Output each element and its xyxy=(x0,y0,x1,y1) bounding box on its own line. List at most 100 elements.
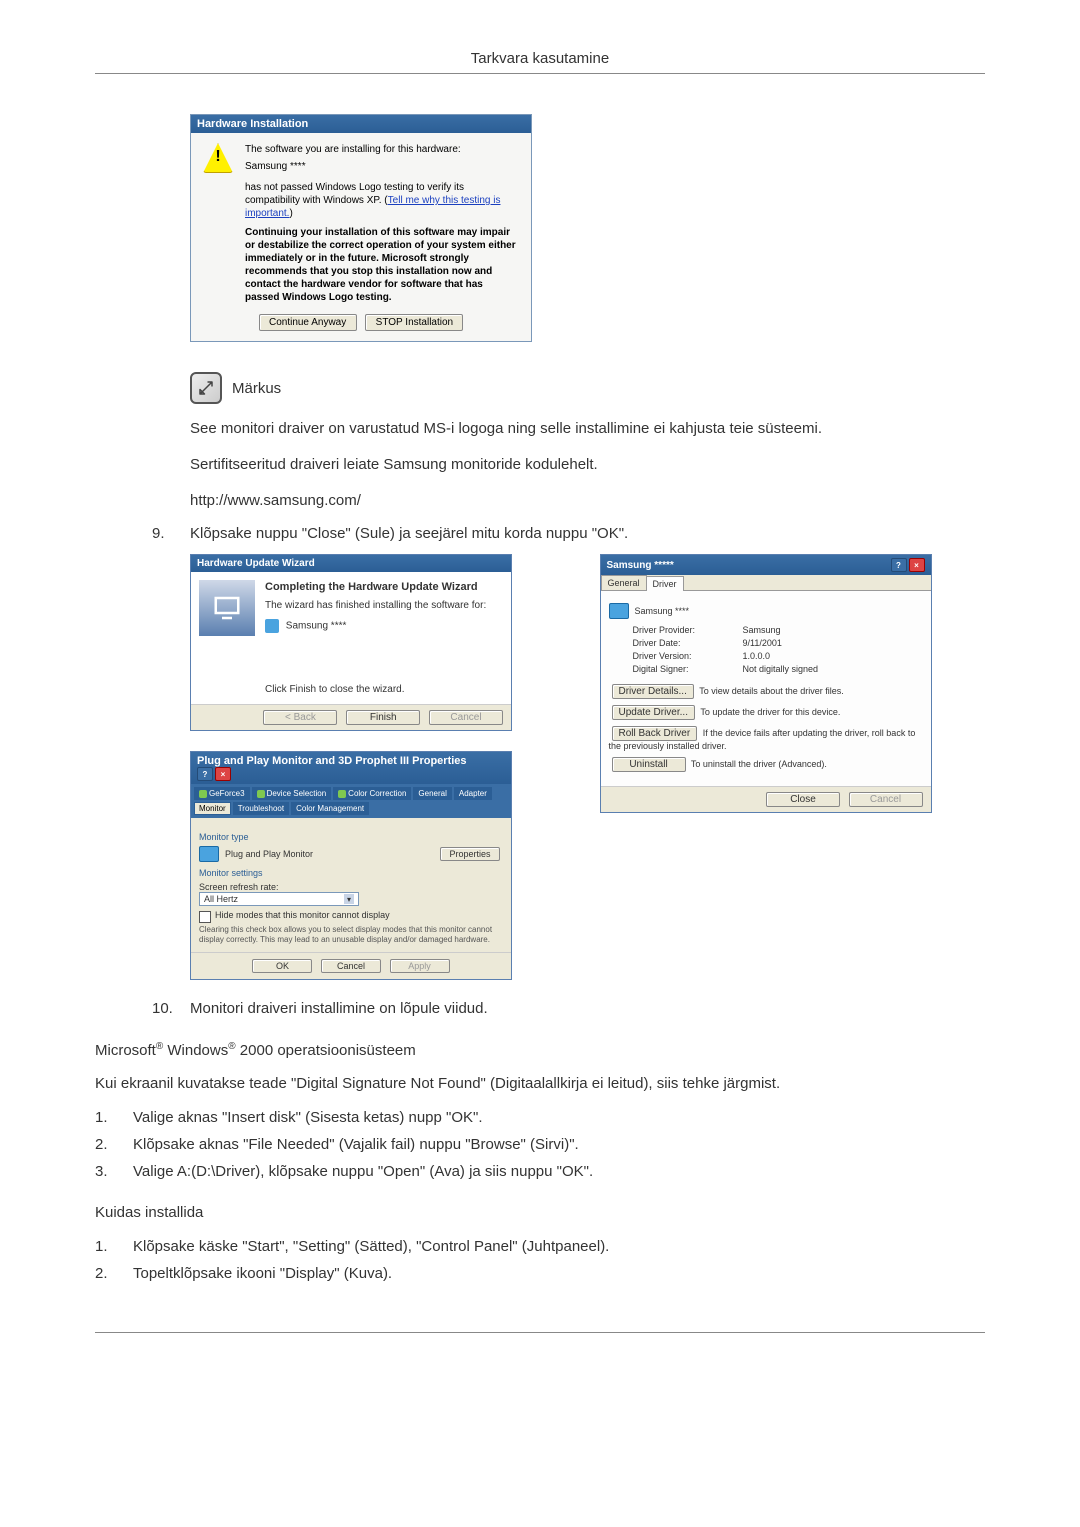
help-titlebar-button[interactable]: ? xyxy=(197,767,213,781)
wizard-title: Hardware Update Wizard xyxy=(191,555,511,572)
wizard-cancel-button: Cancel xyxy=(429,710,503,725)
update-driver-button[interactable]: Update Driver... xyxy=(612,705,695,720)
howto-step-1-text: Klõpsake käske "Start", "Setting" (Sätte… xyxy=(133,1238,985,1255)
hardware-update-wizard-dialog: Hardware Update Wizard Completing the Ha… xyxy=(190,554,512,731)
signer-key: Digital Signer: xyxy=(633,664,743,674)
howto-heading: Kuidas installida xyxy=(95,1202,985,1224)
hw-bold-warning: Continuing your installation of this sof… xyxy=(245,226,519,304)
tab-general[interactable]: General xyxy=(601,575,647,590)
tab-color-correction[interactable]: Color Correction xyxy=(333,787,411,800)
close-titlebar-button[interactable]: × xyxy=(215,767,231,781)
wizard-back-button: < Back xyxy=(263,710,337,725)
chevron-down-icon: ▾ xyxy=(344,894,354,904)
tab-general[interactable]: General xyxy=(413,787,451,800)
howto-step-1-num: 1. xyxy=(95,1238,133,1255)
wizard-device: Samsung **** xyxy=(286,620,347,631)
monitor-icon xyxy=(265,619,279,633)
howto-step-1: 1. Klõpsake käske "Start", "Setting" (Sä… xyxy=(95,1238,985,1255)
date-key: Driver Date: xyxy=(633,638,743,648)
note-label: Märkus xyxy=(232,380,281,397)
monitor-properties-title-text: Plug and Play Monitor and 3D Prophet III… xyxy=(197,755,467,767)
dsnf-step-2-text: Klõpsake aknas "File Needed" (Vajalik fa… xyxy=(133,1136,985,1153)
provider-value: Samsung xyxy=(743,625,923,635)
update-driver-desc: To update the driver for this device. xyxy=(700,707,840,717)
uninstall-desc: To uninstall the driver (Advanced). xyxy=(691,759,827,769)
dsnf-paragraph: Kui ekraanil kuvatakse teade "Digital Si… xyxy=(95,1073,985,1095)
driver-details-desc: To view details about the driver files. xyxy=(699,686,844,696)
step-10-text: Monitori draiveri installimine on lõpule… xyxy=(190,1000,985,1017)
driver-cancel-button: Cancel xyxy=(849,792,923,807)
hide-modes-description: Clearing this check box allows you to se… xyxy=(199,925,503,944)
wizard-subtext: The wizard has finished installing the s… xyxy=(265,599,503,613)
tab-color-management[interactable]: Color Management xyxy=(291,802,369,815)
note-url: http://www.samsung.com/ xyxy=(190,490,985,512)
continue-anyway-button[interactable]: Continue Anyway xyxy=(259,314,357,331)
hide-modes-label: Hide modes that this monitor cannot disp… xyxy=(215,910,390,920)
monitor-settings-group: Monitor settings xyxy=(199,868,503,878)
driver-device-name: Samsung **** xyxy=(635,606,690,616)
monitor-type-group: Monitor type xyxy=(199,832,503,842)
tab-adapter[interactable]: Adapter xyxy=(454,787,492,800)
rollback-driver-button[interactable]: Roll Back Driver xyxy=(612,726,698,741)
hardware-installation-title: Hardware Installation xyxy=(191,115,531,133)
footer-rule xyxy=(95,1332,985,1333)
hide-modes-checkbox[interactable] xyxy=(199,911,211,923)
tab-driver[interactable]: Driver xyxy=(646,576,684,591)
header-rule xyxy=(95,73,985,74)
help-titlebar-button[interactable]: ? xyxy=(891,558,907,572)
tab-geforce3[interactable]: GeForce3 xyxy=(194,787,250,800)
refresh-rate-select[interactable]: All Hertz ▾ xyxy=(199,892,359,906)
hardware-installation-text: The software you are installing for this… xyxy=(245,143,519,304)
driver-close-button[interactable]: Close xyxy=(766,792,840,807)
monitor-apply-button: Apply xyxy=(390,959,450,973)
dsnf-step-1-num: 1. xyxy=(95,1109,133,1126)
dsnf-step-3: 3. Valige A:(D:\Driver), klõpsake nuppu … xyxy=(95,1163,985,1180)
refresh-rate-label: Screen refresh rate: xyxy=(199,882,503,892)
uninstall-button[interactable]: Uninstall xyxy=(612,757,686,772)
page-header-title: Tarkvara kasutamine xyxy=(95,50,985,67)
monitor-properties-title: Plug and Play Monitor and 3D Prophet III… xyxy=(191,752,511,784)
hw-line1: The software you are installing for this… xyxy=(245,143,519,156)
howto-step-2-num: 2. xyxy=(95,1265,133,1282)
dsnf-step-3-text: Valige A:(D:\Driver), klõpsake nuppu "Op… xyxy=(133,1163,985,1180)
tab-troubleshoot[interactable]: Troubleshoot xyxy=(233,802,289,815)
monitor-ok-button[interactable]: OK xyxy=(252,959,312,973)
driver-properties-dialog: Samsung ***** ? × General Driver Sam xyxy=(600,554,932,813)
refresh-rate-value: All Hertz xyxy=(204,894,238,904)
driver-details-button[interactable]: Driver Details... xyxy=(612,684,694,699)
wizard-hero-image xyxy=(199,580,255,636)
driver-properties-title-text: Samsung ***** xyxy=(607,560,674,571)
monitor-cancel-button[interactable]: Cancel xyxy=(321,959,381,973)
howto-step-2-text: Topeltklõpsake ikooni "Display" (Kuva). xyxy=(133,1265,985,1282)
version-key: Driver Version: xyxy=(633,651,743,661)
monitor-properties-dialog: Plug and Play Monitor and 3D Prophet III… xyxy=(190,751,512,980)
dsnf-step-1: 1. Valige aknas "Insert disk" (Sisesta k… xyxy=(95,1109,985,1126)
step-10: 10. Monitori draiveri installimine on lõ… xyxy=(152,1000,985,1017)
note-paragraph-1: See monitori draiver on varustatud MS-i … xyxy=(190,418,985,440)
hw-line2b: ) xyxy=(289,208,292,219)
signer-value: Not digitally signed xyxy=(743,664,923,674)
monitor-icon xyxy=(199,846,219,862)
monitor-properties-button[interactable]: Properties xyxy=(440,847,500,861)
version-value: 1.0.0.0 xyxy=(743,651,923,661)
dsnf-step-2-num: 2. xyxy=(95,1136,133,1153)
tab-monitor[interactable]: Monitor xyxy=(194,802,231,815)
close-titlebar-button[interactable]: × xyxy=(909,558,925,572)
wizard-footer-text: Click Finish to close the wizard. xyxy=(265,683,503,697)
wizard-finish-button[interactable]: Finish xyxy=(346,710,420,725)
note-paragraph-2: Sertifitseeritud draiveri leiate Samsung… xyxy=(190,454,985,476)
hw-device: Samsung **** xyxy=(245,160,519,173)
monitor-type-value: Plug and Play Monitor xyxy=(225,849,313,859)
stop-installation-button[interactable]: STOP Installation xyxy=(365,314,463,331)
monitor-icon xyxy=(609,603,629,619)
howto-step-2: 2. Topeltklõpsake ikooni "Display" (Kuva… xyxy=(95,1265,985,1282)
dsnf-step-2: 2. Klõpsake aknas "File Needed" (Vajalik… xyxy=(95,1136,985,1153)
wizard-heading: Completing the Hardware Update Wizard xyxy=(265,580,503,595)
date-value: 9/11/2001 xyxy=(743,638,923,648)
driver-properties-title: Samsung ***** ? × xyxy=(601,555,931,575)
step-9: 9. Klõpsake nuppu "Close" (Sule) ja seej… xyxy=(152,525,985,542)
os-heading: Microsoft® Windows® 2000 operatsioonisüs… xyxy=(95,1041,985,1059)
dsnf-step-3-num: 3. xyxy=(95,1163,133,1180)
tab-device-selection[interactable]: Device Selection xyxy=(252,787,332,800)
step-9-num: 9. xyxy=(152,525,190,542)
